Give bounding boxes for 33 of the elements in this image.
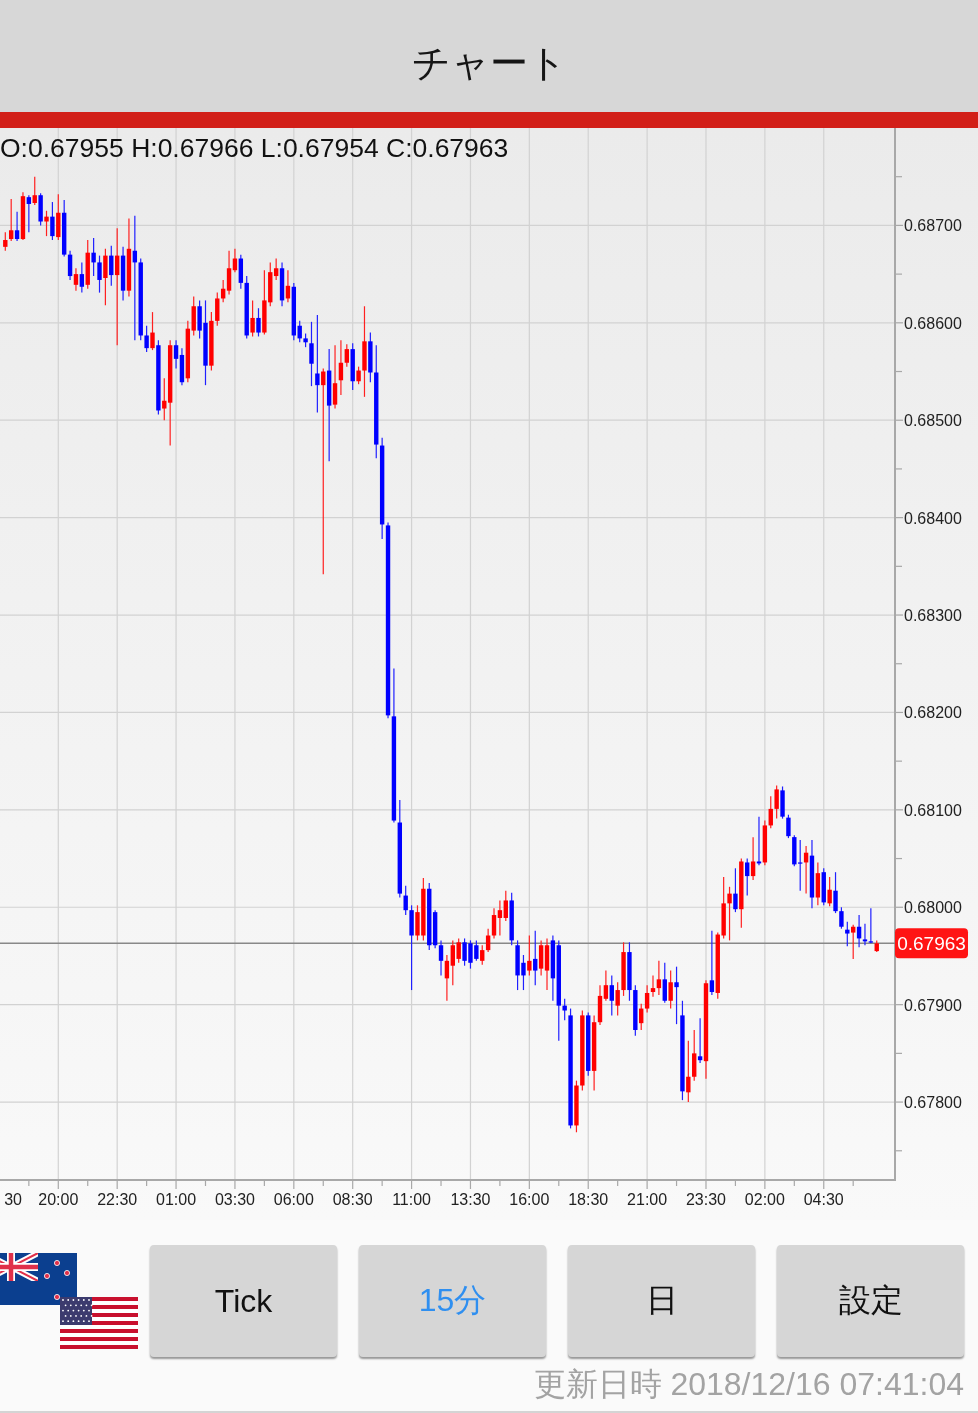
price-axis-label: 0.68400 <box>904 509 962 527</box>
current-price-label: 0.67963 <box>895 928 968 959</box>
time-axis-label: 04:30 <box>803 1191 844 1208</box>
timeframe-button[interactable]: 日 <box>568 1245 755 1357</box>
time-axis-label: 30 <box>4 1191 22 1208</box>
time-axis-label: 23:30 <box>685 1191 726 1208</box>
price-axis-label: 0.68500 <box>904 412 962 430</box>
time-axis-label: 18:30 <box>568 1191 609 1208</box>
time-axis-label: 06:00 <box>273 1191 314 1208</box>
time-axis-label: 08:30 <box>332 1191 373 1208</box>
time-axis-label: 22:30 <box>97 1191 138 1208</box>
time-axis-label: 11:00 <box>392 1191 431 1208</box>
time-axis-label: 13:30 <box>450 1191 491 1208</box>
price-axis-label: 0.67800 <box>904 1094 962 1112</box>
price-axis-label: 0.68300 <box>904 607 962 625</box>
price-axis-label: 0.68100 <box>904 801 962 819</box>
price-axis-label: 0.68600 <box>904 314 962 332</box>
settings-button[interactable]: 設定 <box>777 1245 964 1357</box>
time-axis-label: 01:00 <box>156 1191 197 1208</box>
time-axis-label: 16:00 <box>509 1191 550 1208</box>
ohlc-readout: O:0.67955 H:0.67966 L:0.67954 C:0.67963 <box>0 133 509 163</box>
time-axis-label: 20:00 <box>38 1191 79 1208</box>
price-axis-label: 0.68000 <box>904 899 962 917</box>
screen-title: チャート <box>411 40 567 86</box>
price-axis-label: 0.68700 <box>904 217 962 235</box>
flags-icon <box>0 1253 138 1349</box>
time-axis-label: 21:00 <box>627 1191 668 1208</box>
price-axis-label: 0.67900 <box>904 996 962 1014</box>
price-axis-label: 0.68200 <box>904 704 962 722</box>
time-axis-label: 03:30 <box>214 1191 255 1208</box>
update-timestamp: 更新日時 2018/12/16 07:41:04 <box>533 1365 964 1404</box>
time-axis-label: 02:00 <box>744 1191 785 1208</box>
timeframe-button[interactable]: Tick <box>150 1245 337 1357</box>
